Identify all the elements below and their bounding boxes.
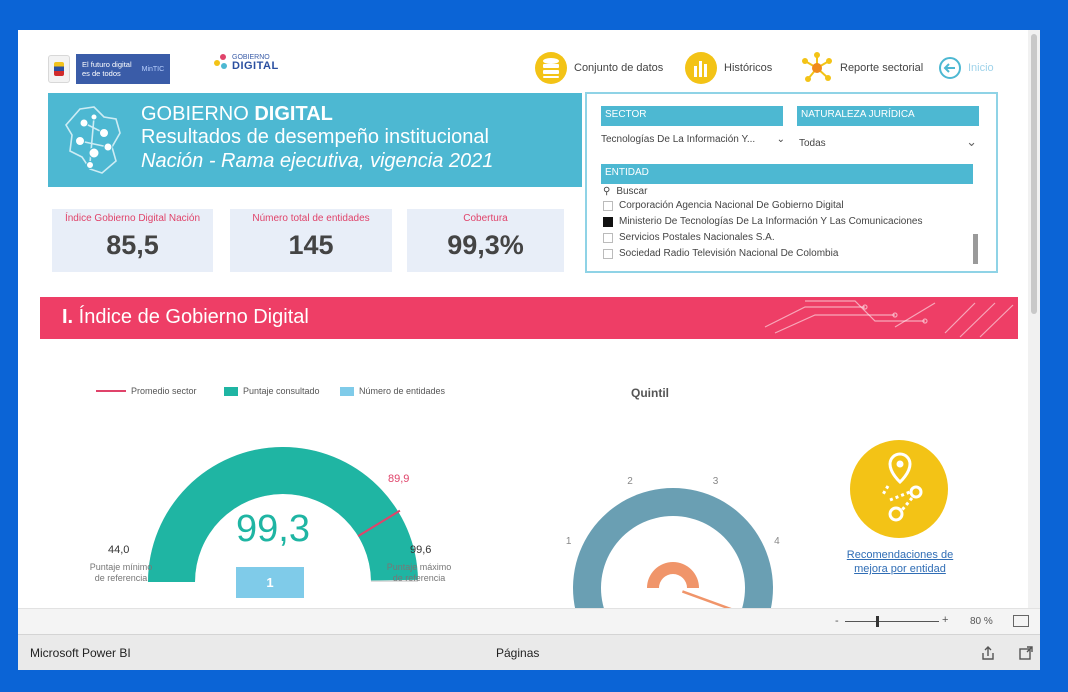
status-bar: Microsoft Power BI Páginas bbox=[18, 634, 1040, 670]
report-window: El futuro digital es de todos MinTIC GOB… bbox=[18, 30, 1040, 670]
quintil-arc bbox=[573, 488, 773, 610]
gd-big-text: DIGITAL bbox=[232, 60, 279, 72]
sector-dropdown[interactable]: Tecnologías De La Información Y... ⌄ bbox=[601, 134, 785, 150]
quintil-tick-label: 1 bbox=[565, 535, 572, 547]
report-canvas: El futuro digital es de todos MinTIC GOB… bbox=[18, 30, 1040, 632]
entidad-filter-header: ENTIDAD bbox=[601, 164, 973, 184]
report-scrollbar[interactable] bbox=[1028, 30, 1040, 608]
kpi-label: Número total de entidades bbox=[252, 213, 370, 224]
header-subtitle: Resultados de desempeño institucional bbox=[141, 126, 489, 148]
fit-to-page-icon[interactable] bbox=[1013, 615, 1029, 627]
network-icon bbox=[802, 52, 832, 82]
nav-historicos[interactable]: Históricos bbox=[684, 52, 772, 84]
recommendation-link[interactable]: Recomendaciones de mejora por entidad bbox=[828, 548, 972, 576]
list-item[interactable]: Ministerio De Tecnologías De La Informac… bbox=[603, 216, 923, 227]
nav-inicio[interactable]: Inicio bbox=[938, 52, 994, 84]
kpi-value: 85,5 bbox=[106, 230, 159, 260]
circuit-decoration bbox=[764, 300, 1014, 338]
quintil-tick-label: 3 bbox=[712, 476, 719, 488]
kpi-cobertura: Cobertura 99,3% bbox=[407, 209, 564, 272]
section-banner: I. Índice de Gobierno Digital bbox=[40, 297, 1018, 339]
zoom-bar: - + 80 % bbox=[18, 608, 1040, 634]
sector-dropdown-value: Tecnologías De La Información Y... bbox=[601, 134, 756, 145]
gauge-max-caption: Puntaje máximo de referencia bbox=[386, 562, 452, 583]
mintic-tag: MinTIC bbox=[141, 65, 165, 73]
pages-button[interactable]: Páginas bbox=[496, 646, 539, 660]
bar-chart-icon bbox=[685, 52, 717, 84]
mintic-line1: El futuro digital bbox=[82, 60, 132, 69]
kpi-label: Cobertura bbox=[463, 213, 508, 224]
naturaleza-dropdown[interactable]: Todas ⌄ bbox=[799, 134, 981, 154]
route-pin-icon bbox=[880, 452, 923, 522]
header-title: GOBIERNO DIGITAL bbox=[141, 103, 333, 125]
mintic-line2: es de todos bbox=[82, 69, 121, 78]
header-scope: Nación - Rama ejecutiva, vigencia 2021 bbox=[141, 150, 494, 172]
nav-inicio-label: Inicio bbox=[968, 62, 994, 74]
colombia-shield-icon bbox=[48, 55, 70, 83]
zoom-slider[interactable] bbox=[845, 621, 939, 622]
mintic-logo: El futuro digital es de todos MinTIC bbox=[48, 52, 200, 86]
share-icon[interactable] bbox=[980, 645, 996, 661]
gobierno-digital-logo-icon bbox=[214, 54, 228, 72]
list-item[interactable]: Corporación Agencia Nacional De Gobierno… bbox=[603, 200, 844, 211]
nav-conjunto-datos[interactable]: Conjunto de datos bbox=[534, 52, 663, 84]
zoom-out-button[interactable]: - bbox=[835, 615, 839, 627]
checkbox[interactable] bbox=[603, 232, 613, 243]
filters-panel: SECTOR Tecnologías De La Información Y..… bbox=[585, 92, 998, 273]
list-item[interactable]: Servicios Postales Nacionales S.A. bbox=[603, 232, 775, 243]
checkbox[interactable] bbox=[603, 216, 613, 227]
chevron-down-icon: ⌄ bbox=[773, 134, 785, 145]
quintil-hub bbox=[647, 562, 699, 588]
zoom-in-button[interactable]: + bbox=[942, 614, 948, 626]
sector-filter-header: SECTOR bbox=[601, 106, 783, 126]
list-item[interactable]: Sociedad Radio Televisión Nacional De Co… bbox=[603, 248, 838, 259]
entity-count-badge: 1 bbox=[236, 567, 304, 598]
nav-conjunto-datos-label: Conjunto de datos bbox=[574, 62, 664, 74]
gauge-average-label: 89,9 bbox=[388, 473, 410, 485]
gauge-max-label: 99,6 bbox=[410, 544, 432, 556]
list-scrollbar[interactable] bbox=[973, 234, 978, 264]
colombia-map-network-icon bbox=[65, 106, 121, 174]
naturaleza-filter-header: NATURALEZA JURÍDICA bbox=[797, 106, 979, 126]
quintil-title: Quintil bbox=[631, 386, 669, 400]
entity-search[interactable]: ⚲ Buscar bbox=[603, 186, 647, 197]
gauge-min-caption: Puntaje mínimo de referencia bbox=[89, 562, 153, 583]
scrollbar-thumb[interactable] bbox=[1031, 34, 1037, 314]
kpi-label: Índice Gobierno Digital Nación bbox=[64, 213, 201, 224]
gauge-min-label: 44,0 bbox=[108, 544, 130, 556]
expand-icon[interactable] bbox=[1018, 645, 1034, 661]
recommendation-button[interactable] bbox=[850, 440, 948, 538]
kpi-value: 145 bbox=[288, 230, 334, 260]
report-header: GOBIERNO DIGITAL Resultados de desempeño… bbox=[48, 93, 582, 187]
gauge-value: 99,3 bbox=[236, 508, 310, 550]
search-icon: ⚲ bbox=[603, 186, 611, 197]
quintil-tick-label: 4 bbox=[774, 535, 780, 547]
kpi-indice-nacion: Índice Gobierno Digital Nación 85,5 bbox=[52, 209, 213, 272]
quintil-gauge bbox=[573, 488, 773, 610]
chevron-down-icon: ⌄ bbox=[966, 134, 977, 149]
quintil-tick-label: 2 bbox=[627, 476, 633, 488]
mintic-badge: El futuro digital es de todos MinTIC bbox=[76, 54, 171, 84]
entity-search-placeholder: Buscar bbox=[616, 186, 648, 197]
nav-reporte-sectorial-label: Reporte sectorial bbox=[840, 62, 924, 74]
nav-historicos-label: Históricos bbox=[724, 62, 773, 74]
nav-reporte-sectorial[interactable]: Reporte sectorial bbox=[800, 52, 923, 84]
kpi-total-entidades: Número total de entidades 145 bbox=[230, 209, 392, 272]
checkbox[interactable] bbox=[603, 200, 613, 211]
zoom-slider-thumb[interactable] bbox=[876, 616, 879, 627]
section-title: I. Índice de Gobierno Digital bbox=[62, 306, 309, 328]
checkbox[interactable] bbox=[603, 248, 613, 259]
gobierno-digital-logo: GOBIERNO DIGITAL bbox=[214, 54, 279, 72]
back-arrow-icon bbox=[939, 57, 961, 79]
naturaleza-dropdown-value: Todas bbox=[799, 138, 826, 149]
database-icon bbox=[535, 52, 567, 84]
power-bi-brand[interactable]: Microsoft Power BI bbox=[30, 646, 131, 660]
zoom-level: 80 % bbox=[970, 616, 993, 627]
kpi-value: 99,3% bbox=[447, 230, 524, 260]
